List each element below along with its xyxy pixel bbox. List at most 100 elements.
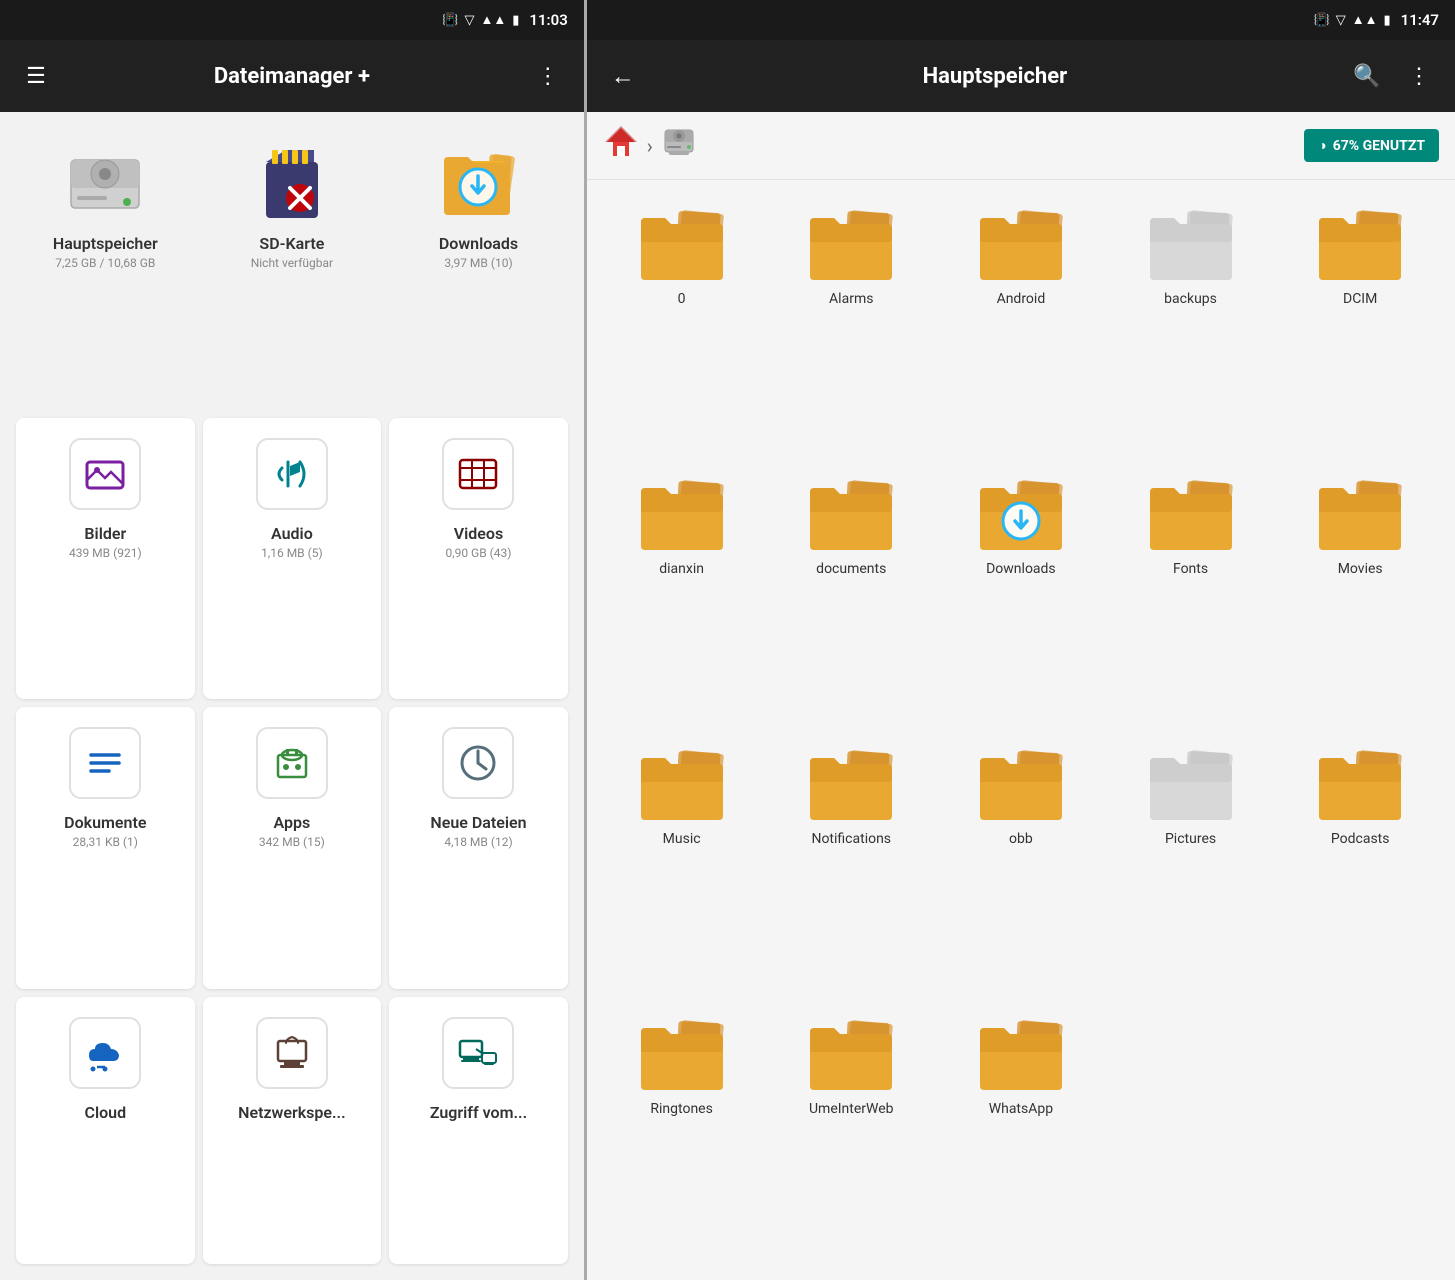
folder-item-dianxin[interactable]: dianxin: [599, 462, 765, 728]
grid-item-sd-karte[interactable]: SD-Karte Nicht verfügbar: [203, 128, 382, 410]
folder-item-documents[interactable]: documents: [768, 462, 934, 728]
folder-movies-icon: [1310, 474, 1410, 554]
grid-item-dokumente[interactable]: Dokumente 28,31 KB (1): [16, 707, 195, 989]
videos-label: Videos: [454, 524, 503, 543]
grid-item-hauptspeicher[interactable]: Hauptspeicher 7,25 GB / 10,68 GB: [16, 128, 195, 410]
left-vibrate-icon: 📳: [442, 13, 458, 28]
zugriff-icon: [438, 1013, 518, 1093]
folder-ringtones-label: Ringtones: [650, 1100, 712, 1118]
folder-documents-label: documents: [816, 560, 886, 578]
right-time: 11:47: [1401, 11, 1439, 29]
grid-item-cloud[interactable]: Cloud: [16, 997, 195, 1265]
dokumente-icon: [65, 723, 145, 803]
back-button[interactable]: ←: [603, 56, 643, 96]
folder-dianxin-label: dianxin: [659, 560, 704, 578]
folder-0-label: 0: [678, 290, 686, 308]
downloads-sublabel: 3,97 MB (10): [444, 256, 512, 270]
apps-icon: [252, 723, 332, 803]
bilder-label: Bilder: [84, 524, 126, 543]
cloud-label: Cloud: [84, 1103, 126, 1122]
folder-obb-icon: [971, 744, 1071, 824]
folder-downloads-icon: [971, 474, 1071, 554]
folder-backups-icon: [1141, 204, 1241, 284]
sdkarte-sublabel: Nicht verfügbar: [251, 256, 333, 270]
hauptspeicher-sublabel: 7,25 GB / 10,68 GB: [55, 256, 155, 270]
folder-item-music[interactable]: Music: [599, 732, 765, 998]
folder-music-icon: [632, 744, 732, 824]
downloads-icon: [438, 144, 518, 224]
grid-item-neue-dateien[interactable]: Neue Dateien 4,18 MB (12): [389, 707, 568, 989]
cloud-icon: [65, 1013, 145, 1093]
hdd-icon: [65, 144, 145, 224]
more-options-button[interactable]: ⋮: [528, 56, 568, 96]
left-panel: 📳 ▽ ▲▲ ▮ 11:03 ☰ Dateimanager + ⋮: [0, 0, 584, 1280]
folder-android-icon: [971, 204, 1071, 284]
folder-item-0[interactable]: 0: [599, 192, 765, 458]
menu-button[interactable]: ☰: [16, 56, 56, 96]
folder-item-whatsapp[interactable]: WhatsApp: [938, 1002, 1104, 1268]
bilder-sublabel: 439 MB (921): [69, 546, 142, 560]
videos-sublabel: 0,90 GB (43): [445, 546, 511, 560]
grid-item-apps[interactable]: Apps 342 MB (15): [203, 707, 382, 989]
neue-dateien-icon: [438, 723, 518, 803]
folder-item-obb[interactable]: obb: [938, 732, 1104, 998]
folder-whatsapp-icon: [971, 1014, 1071, 1094]
folder-whatsapp-label: WhatsApp: [989, 1100, 1053, 1118]
storage-breadcrumb-icon[interactable]: [661, 124, 697, 167]
search-button[interactable]: 🔍: [1347, 56, 1387, 96]
bilder-icon: [65, 434, 145, 514]
folder-item-dcim[interactable]: DCIM: [1277, 192, 1443, 458]
folder-notifications-label: Notifications: [811, 830, 891, 848]
left-toolbar: ☰ Dateimanager + ⋮: [0, 40, 584, 112]
folder-item-umelnterweb[interactable]: UmeInterWeb: [768, 1002, 934, 1268]
netzwerkspe-icon: [252, 1013, 332, 1093]
folder-music-label: Music: [663, 830, 701, 848]
search-icon: 🔍: [1353, 64, 1380, 89]
folder-item-notifications[interactable]: Notifications: [768, 732, 934, 998]
left-toolbar-title: Dateimanager +: [56, 64, 528, 89]
right-signal-icon: ▲▲: [1352, 12, 1378, 28]
storage-pie-icon: ◑: [1318, 137, 1326, 154]
dokumente-sublabel: 28,31 KB (1): [73, 835, 138, 849]
breadcrumb: › ◑ 67% GENUTZT: [587, 112, 1455, 180]
folder-item-movies[interactable]: Movies: [1277, 462, 1443, 728]
folder-item-android[interactable]: Android: [938, 192, 1104, 458]
left-battery-icon: ▮: [512, 13, 519, 28]
sdcard-icon: [252, 144, 332, 224]
grid-item-videos[interactable]: Videos 0,90 GB (43): [389, 418, 568, 700]
folder-item-fonts[interactable]: Fonts: [1108, 462, 1274, 728]
hamburger-icon: ☰: [26, 64, 46, 89]
folder-podcasts-icon: [1310, 744, 1410, 824]
grid-item-bilder[interactable]: Bilder 439 MB (921): [16, 418, 195, 700]
folder-pictures-icon: [1141, 744, 1241, 824]
downloads-label: Downloads: [439, 234, 518, 253]
grid-item-zugriff[interactable]: Zugriff vom...: [389, 997, 568, 1265]
more-icon: ⋮: [537, 64, 559, 89]
grid-item-downloads[interactable]: Downloads 3,97 MB (10): [389, 128, 568, 410]
folder-item-downloads[interactable]: Downloads: [938, 462, 1104, 728]
dokumente-label: Dokumente: [64, 813, 146, 832]
folder-fonts-icon: [1141, 474, 1241, 554]
folder-0-icon: [632, 204, 732, 284]
folder-downloads-label: Downloads: [986, 560, 1056, 578]
folder-item-pictures[interactable]: Pictures: [1108, 732, 1274, 998]
folder-item-podcasts[interactable]: Podcasts: [1277, 732, 1443, 998]
home-breadcrumb-icon[interactable]: [603, 124, 639, 167]
left-grid: Hauptspeicher 7,25 GB / 10,68 GB SD-Kart…: [0, 112, 584, 1280]
right-vibrate-icon: 📳: [1314, 13, 1330, 28]
grid-item-audio[interactable]: Audio 1,16 MB (5): [203, 418, 382, 700]
right-battery-icon: ▮: [1383, 13, 1390, 28]
folder-item-alarms[interactable]: Alarms: [768, 192, 934, 458]
apps-label: Apps: [274, 813, 311, 832]
right-more-options-button[interactable]: ⋮: [1399, 56, 1439, 96]
folder-alarms-label: Alarms: [829, 290, 873, 308]
hauptspeicher-label: Hauptspeicher: [53, 234, 158, 253]
right-panel: 📳 ▽ ▲▲ ▮ 11:47 ← Hauptspeicher 🔍 ⋮ ›: [587, 0, 1455, 1280]
folder-item-backups[interactable]: backups: [1108, 192, 1274, 458]
right-more-icon: ⋮: [1408, 64, 1430, 89]
left-status-bar: 📳 ▽ ▲▲ ▮ 11:03: [0, 0, 584, 40]
folder-movies-label: Movies: [1338, 560, 1383, 578]
netzwerkspe-label: Netzwerkspe...: [238, 1103, 346, 1122]
grid-item-netzwerkspe[interactable]: Netzwerkspe...: [203, 997, 382, 1265]
folder-item-ringtones[interactable]: Ringtones: [599, 1002, 765, 1268]
